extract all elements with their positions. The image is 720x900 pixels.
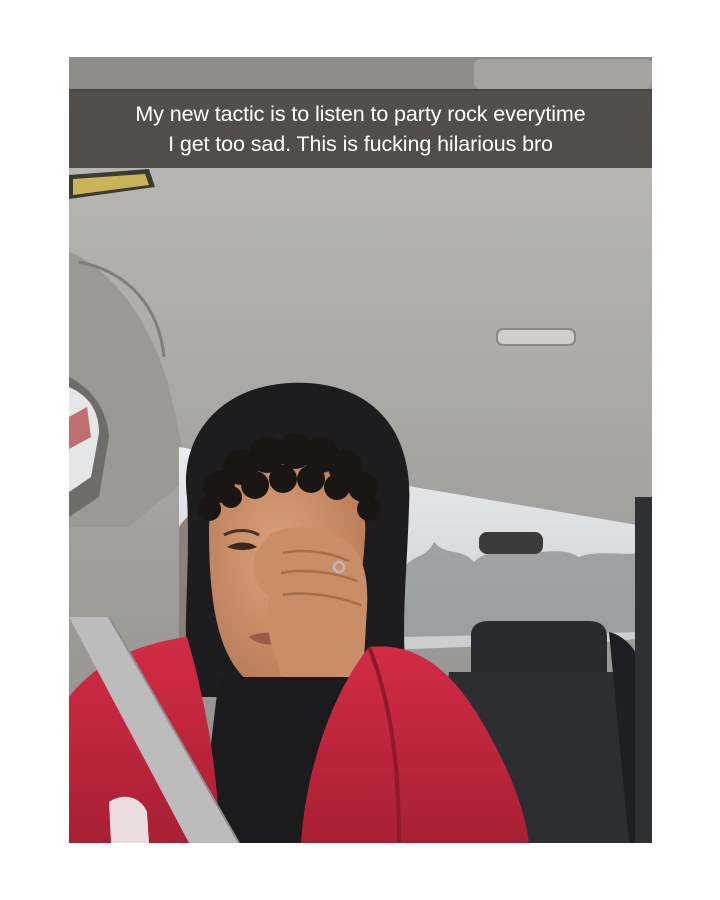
snap-caption-bar: My new tactic is to listen to party rock… bbox=[69, 89, 652, 168]
rear-headrest bbox=[471, 621, 607, 677]
grab-handle bbox=[496, 328, 576, 346]
caption-line-2: I get too sad. This is fucking hilarious… bbox=[168, 131, 553, 156]
snap-photo: My new tactic is to listen to party rock… bbox=[69, 57, 652, 843]
mirror-mount bbox=[479, 532, 543, 554]
car-selfie-illustration bbox=[69, 57, 652, 843]
seatbelt-right bbox=[635, 497, 652, 843]
caption-line-1: My new tactic is to listen to party rock… bbox=[135, 101, 586, 126]
snap-caption: My new tactic is to listen to party rock… bbox=[135, 99, 585, 159]
sunroof-panel bbox=[474, 59, 652, 89]
